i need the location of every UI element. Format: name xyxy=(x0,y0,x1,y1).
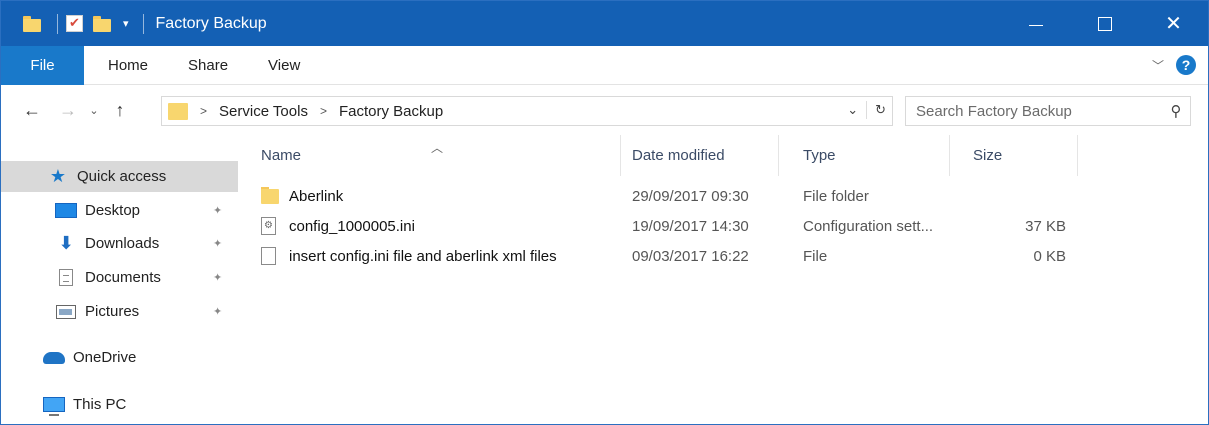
minimize-button[interactable] xyxy=(1001,1,1070,46)
file-name-cell: Aberlink xyxy=(261,182,343,210)
tab-view[interactable]: View xyxy=(250,46,322,85)
explorer-window: ▾ Factory Backup ✕ File Home Share View … xyxy=(0,0,1209,425)
help-icon[interactable]: ? xyxy=(1176,55,1196,75)
star-icon: ★ xyxy=(49,166,67,186)
refresh-icon[interactable]: ↻ xyxy=(875,102,886,118)
sidebar-item-label: OneDrive xyxy=(73,349,137,366)
cloud-icon xyxy=(43,349,65,367)
file-size: 0 KB xyxy=(1033,247,1066,265)
customize-toolbar-icon[interactable]: ▾ xyxy=(123,17,129,30)
file-size: 37 KB xyxy=(1025,217,1066,235)
sidebar-item-onedrive[interactable]: OneDrive xyxy=(1,342,238,373)
desktop-icon xyxy=(55,202,77,220)
toolbar-divider xyxy=(57,13,58,34)
ribbon-tabs: File Home Share View ﹀ ? xyxy=(1,45,1208,85)
window-title: Factory Backup xyxy=(155,14,267,32)
tab-share[interactable]: Share xyxy=(170,46,250,85)
expand-ribbon-chevron-icon[interactable]: ﹀ xyxy=(1152,57,1164,74)
column-header-size[interactable]: Size xyxy=(950,135,1078,176)
sidebar-item-pictures[interactable]: Pictures ✦ xyxy=(1,296,238,327)
tab-home[interactable]: Home xyxy=(84,46,170,85)
folder-icon xyxy=(261,187,279,205)
new-folder-icon[interactable] xyxy=(93,15,111,32)
file-date: 19/09/2017 14:30 xyxy=(632,217,749,235)
folder-icon xyxy=(168,101,188,121)
close-button[interactable]: ✕ xyxy=(1139,1,1208,46)
file-name: insert config.ini file and aberlink xml … xyxy=(289,247,557,265)
tab-file[interactable]: File xyxy=(1,45,84,85)
address-actions: ⌄ ↻ xyxy=(847,101,886,119)
back-button[interactable]: ← xyxy=(19,100,45,121)
file-name-cell: insert config.ini file and aberlink xml … xyxy=(261,242,557,270)
table-row[interactable]: Aberlink 29/09/2017 09:30 File folder xyxy=(238,182,1208,210)
pin-icon: ✦ xyxy=(213,238,223,250)
table-row[interactable]: config_1000005.ini 19/09/2017 14:30 Conf… xyxy=(238,212,1208,240)
column-header-name[interactable]: Name xyxy=(238,135,621,176)
pin-icon: ✦ xyxy=(213,306,223,318)
pin-icon: ✦ xyxy=(213,272,223,284)
file-date: 09/03/2017 16:22 xyxy=(632,247,749,265)
search-icon[interactable]: ⚲ xyxy=(1162,102,1190,120)
maximize-button[interactable] xyxy=(1070,1,1139,46)
file-name-cell: config_1000005.ini xyxy=(261,212,415,240)
close-icon: ✕ xyxy=(1165,13,1182,35)
config-file-icon xyxy=(261,217,276,235)
sidebar-item-downloads[interactable]: ⬇ Downloads ✦ xyxy=(1,228,238,259)
sidebar-item-label: Quick access xyxy=(77,168,167,185)
forward-button[interactable]: → xyxy=(55,100,81,121)
search-input[interactable] xyxy=(916,98,1162,124)
maximize-icon xyxy=(1097,16,1112,31)
sidebar-item-documents[interactable]: Documents ✦ xyxy=(1,262,238,293)
column-header-date-modified[interactable]: Date modified xyxy=(609,135,779,176)
file-icon xyxy=(261,247,276,265)
quick-access-toolbar: ▾ xyxy=(1,1,152,46)
sidebar-item-label: Documents xyxy=(85,269,161,286)
file-type: Configuration sett... xyxy=(803,217,934,235)
file-type: File xyxy=(803,247,828,265)
minimize-icon xyxy=(1028,25,1043,26)
folder-icon xyxy=(23,15,41,32)
file-size xyxy=(968,182,1066,210)
address-dropdown-chevron-icon[interactable]: ⌄ xyxy=(847,102,858,118)
table-row[interactable]: insert config.ini file and aberlink xml … xyxy=(238,242,1208,270)
sidebar-item-this-pc[interactable]: This PC xyxy=(1,389,238,420)
pictures-icon xyxy=(55,303,77,321)
file-list: ︿ Name Date modified Type Size Aberlink … xyxy=(238,135,1208,424)
breadcrumb-separator-icon[interactable]: > xyxy=(200,104,207,118)
download-icon: ⬇ xyxy=(58,233,74,253)
sidebar-item-quick-access[interactable]: ★ Quick access xyxy=(1,161,238,192)
sidebar-item-label: Desktop xyxy=(85,202,141,219)
sidebar-item-label: This PC xyxy=(73,396,127,413)
properties-icon[interactable] xyxy=(66,15,83,32)
search-box[interactable]: ⚲ xyxy=(905,96,1191,126)
address-divider xyxy=(866,101,868,119)
sidebar-item-desktop[interactable]: Desktop ✦ xyxy=(1,195,238,226)
navigation-bar: ← → ⌄ ↑ > Service Tools > Factory Backup… xyxy=(1,85,1208,135)
documents-icon xyxy=(55,269,77,287)
address-bar[interactable]: > Service Tools > Factory Backup ⌄ ↻ xyxy=(161,96,893,126)
file-type: File folder xyxy=(803,187,869,205)
sidebar-item-label: Pictures xyxy=(85,303,140,320)
up-button[interactable]: ↑ xyxy=(107,100,133,121)
breadcrumb-service-tools[interactable]: Service Tools xyxy=(219,103,308,120)
file-name: Aberlink xyxy=(289,187,344,205)
file-name: config_1000005.ini xyxy=(289,217,415,235)
toolbar-divider xyxy=(142,13,144,34)
ribbon-right: ﹀ ? xyxy=(1152,55,1196,75)
window-controls: ✕ xyxy=(1001,1,1208,46)
breadcrumb-factory-backup[interactable]: Factory Backup xyxy=(339,103,443,120)
recent-locations-chevron-icon[interactable]: ⌄ xyxy=(87,104,101,117)
sidebar-item-label: Downloads xyxy=(85,235,160,252)
breadcrumb-separator-icon[interactable]: > xyxy=(320,104,327,118)
computer-icon xyxy=(43,396,65,416)
navigation-pane: ★ Quick access Desktop ✦ ⬇ Downloads ✦ D… xyxy=(1,135,238,424)
title-bar: ▾ Factory Backup ✕ xyxy=(1,1,1208,46)
file-date: 29/09/2017 09:30 xyxy=(632,187,749,205)
pin-icon: ✦ xyxy=(213,205,223,217)
column-header-type[interactable]: Type xyxy=(780,135,950,176)
